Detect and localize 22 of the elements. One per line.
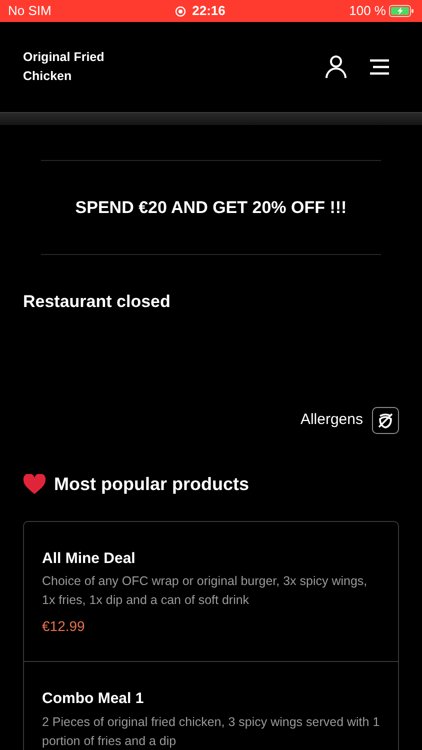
section-title: Most popular products: [54, 472, 249, 496]
heart-icon: [23, 474, 46, 494]
battery-icon: [389, 5, 414, 17]
product-description: 2 Pieces of original fried chicken, 3 spicy wings served with 1 portion of fries and a dip: [42, 714, 380, 750]
product-description: Choice of any OFC wrap or original burger, 3x spicy wings, 1x fries, 1x dip and a can of soft drink: [42, 573, 368, 609]
promo-banner-text: SPEND €20 AND GET 20% OFF !!!: [75, 196, 347, 219]
product-item[interactable]: All Mine Deal Choice of any OFC wrap or original burger, 3x spicy wings, 1x fries, 1x dip and a can of soft drink €12.99: [24, 522, 398, 661]
product-price: €12.99: [42, 617, 85, 636]
restaurant-title: Original Fried Chicken: [23, 49, 106, 85]
allergens-button[interactable]: [372, 406, 399, 434]
product-name: Combo Meal 1: [42, 689, 144, 709]
recording-icon: [175, 6, 186, 16]
user-icon[interactable]: [325, 55, 347, 79]
clock-text: 22:16: [192, 2, 226, 20]
product-name: All Mine Deal: [42, 548, 136, 568]
product-item[interactable]: Combo Meal 1 2 Pieces of original fried chicken, 3 spicy wings served with 1 portion of fries and a dip: [24, 661, 398, 750]
restaurant-status-text: Restaurant closed: [23, 291, 170, 313]
menu-icon[interactable]: [369, 59, 390, 75]
carrier-text: No SIM: [8, 2, 52, 20]
allergens-label: Allergens: [300, 410, 363, 430]
battery-text: 100 %: [349, 2, 386, 20]
nut-icon: [377, 412, 394, 428]
